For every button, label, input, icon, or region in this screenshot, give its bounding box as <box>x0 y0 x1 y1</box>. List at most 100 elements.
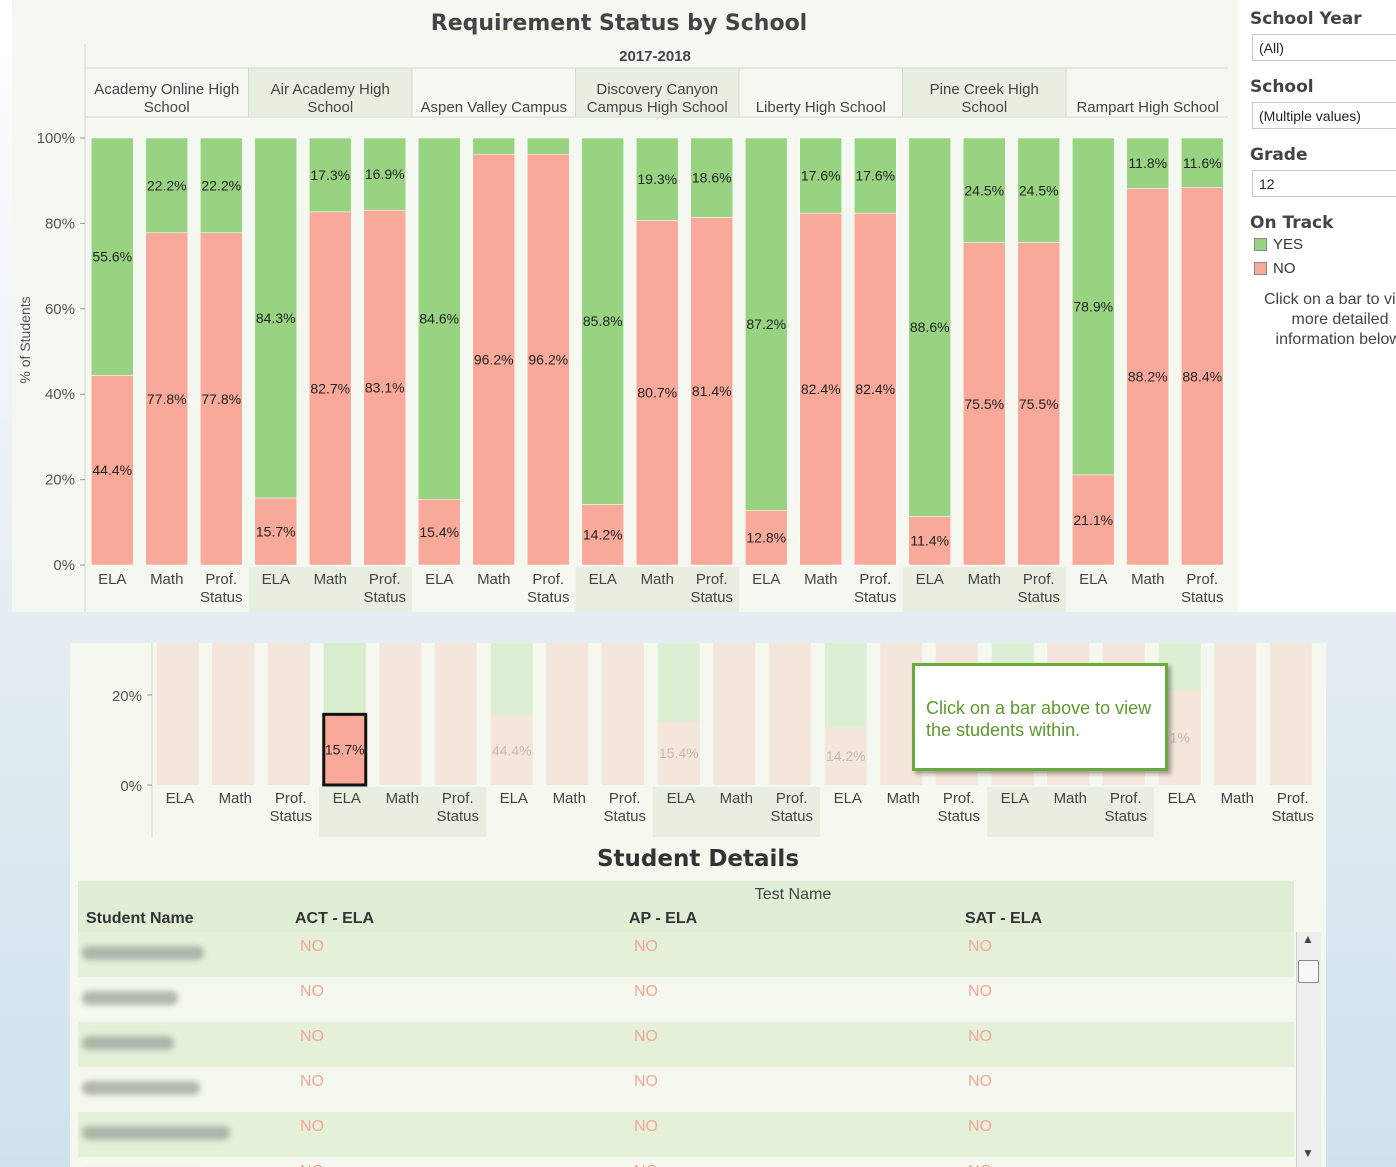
bar-no-segment[interactable] <box>379 643 422 785</box>
bar-yes-segment[interactable] <box>527 137 570 155</box>
x-category-label: Status <box>854 589 897 606</box>
x-category-label: Prof. <box>275 790 307 807</box>
x-category-label: Math <box>477 571 510 588</box>
school-name: Aspen Valley Campus <box>421 99 567 116</box>
y-tick-label: 20% <box>112 688 142 705</box>
col-sat-ela[interactable]: SAT - ELA <box>965 910 1042 928</box>
bar-no-segment[interactable] <box>1269 643 1312 785</box>
x-category-label: Math <box>150 571 183 588</box>
school-name: Rampart High School <box>1076 99 1219 116</box>
bar-no-segment[interactable] <box>1214 643 1257 785</box>
bar-yes-label: 22.2% <box>201 177 241 193</box>
col-student-name[interactable]: Student Name <box>86 910 194 928</box>
table-row[interactable]: NO NO NO <box>78 1157 1294 1167</box>
bar-yes-label: 84.6% <box>419 311 459 327</box>
scroll-up-arrow-icon[interactable]: ▲ <box>1302 932 1314 946</box>
x-category-label: Prof. <box>442 790 474 807</box>
school-name: School <box>307 99 353 116</box>
tooltip: Click on a bar above to view the student… <box>912 663 1168 771</box>
school-name: Pine Creek High <box>930 81 1039 98</box>
bar-yes-segment[interactable] <box>472 137 515 155</box>
bar-yes-label: 24.5% <box>964 182 1004 198</box>
bar-yes-segment[interactable] <box>490 643 533 716</box>
bar-no-label: 77.8% <box>201 391 241 407</box>
faded-bar-label: 15.4% <box>659 745 699 761</box>
table-row[interactable]: NO NO NO <box>78 1067 1294 1112</box>
x-category-label: Math <box>887 790 920 807</box>
selected-bar-label: 15.7% <box>325 742 365 758</box>
bar-no-segment[interactable] <box>768 643 811 785</box>
bar-yes-label: 22.2% <box>147 177 187 193</box>
legend-no-label: NO <box>1273 260 1296 277</box>
grade-select[interactable]: 12 ▼ <box>1252 170 1396 197</box>
school-name: Air Academy High <box>271 81 390 98</box>
bar-yes-label: 11.8% <box>1128 155 1167 171</box>
bar-yes-label: 84.3% <box>256 310 296 326</box>
x-category-label: Math <box>641 571 674 588</box>
y-tick-label: 40% <box>45 386 75 403</box>
scroll-down-arrow-icon[interactable]: ▼ <box>1302 1146 1314 1160</box>
bar-yes-label: 17.6% <box>801 168 841 184</box>
x-category-label: Prof. <box>1023 571 1055 588</box>
table-row[interactable]: NO NO NO <box>78 1112 1294 1157</box>
x-category-label: Status <box>1017 589 1060 606</box>
x-category-label: ELA <box>752 571 780 588</box>
x-category-label: Math <box>219 790 252 807</box>
col-act-ela[interactable]: ACT - ELA <box>295 910 374 928</box>
cell-sat-ela: NO <box>968 1073 992 1090</box>
x-category-label: Prof. <box>859 571 891 588</box>
x-category-label: Prof. <box>943 790 975 807</box>
x-category-label: Math <box>1221 790 1254 807</box>
cell-ap-ela: NO <box>634 1028 658 1045</box>
x-category-label: Prof. <box>609 790 641 807</box>
cell-act-ela: NO <box>300 938 324 955</box>
school-select[interactable]: (Multiple values) ▼ <box>1252 102 1396 129</box>
table-row[interactable]: NO NO NO <box>78 932 1294 977</box>
bar-no-label: 82.4% <box>855 381 895 397</box>
bar-no-segment[interactable] <box>434 643 477 785</box>
x-category-label: ELA <box>834 790 862 807</box>
x-category-label: ELA <box>1168 790 1196 807</box>
col-ap-ela[interactable]: AP - ELA <box>629 910 697 928</box>
legend-item-no[interactable]: NO <box>1254 260 1296 277</box>
bar-yes-segment[interactable] <box>323 643 366 715</box>
table-header: Test Name Student Name ACT - ELA AP - EL… <box>78 881 1294 933</box>
student-name-redacted <box>82 1036 174 1050</box>
bar-no-segment[interactable] <box>267 643 310 785</box>
student-name-redacted <box>82 991 178 1005</box>
bar-no-segment[interactable] <box>713 643 756 785</box>
bar-no-segment[interactable] <box>601 643 644 785</box>
bar-yes-segment[interactable] <box>824 643 867 728</box>
bar-yes-label: 85.8% <box>583 313 623 329</box>
cell-ap-ela: NO <box>634 938 658 955</box>
bar-no-label: 88.2% <box>1128 369 1168 385</box>
student-name-redacted <box>82 1126 230 1140</box>
school-year-select[interactable]: (All) ▼ <box>1252 34 1396 61</box>
bar-no-segment[interactable] <box>546 643 589 785</box>
bar-yes-segment[interactable] <box>657 643 700 722</box>
grade-value: 12 <box>1259 176 1275 192</box>
bar-no-segment[interactable] <box>156 643 199 785</box>
legend-item-yes[interactable]: YES <box>1254 236 1303 253</box>
bar-yes-label: 87.2% <box>746 316 786 332</box>
bar-yes-label: 88.6% <box>910 319 950 335</box>
school-label: School <box>1250 77 1314 97</box>
scroll-thumb[interactable] <box>1298 960 1319 983</box>
table-scrollbar[interactable]: ▲ ▼ <box>1296 932 1321 1167</box>
student-details-title: Student Details <box>596 846 800 872</box>
grade-label: Grade <box>1250 145 1308 165</box>
table-row[interactable]: NO NO NO <box>78 1022 1294 1067</box>
x-category-label: Prof. <box>205 571 237 588</box>
school-name: School <box>144 99 190 116</box>
x-category-label: Status <box>200 589 243 606</box>
school-value: (Multiple values) <box>1259 108 1361 124</box>
bar-yes-label: 18.6% <box>692 170 732 186</box>
cell-act-ela: NO <box>300 1163 324 1167</box>
yes-swatch <box>1254 238 1267 251</box>
bar-yes-label: 16.9% <box>365 166 405 182</box>
bar-no-segment[interactable] <box>212 643 255 785</box>
table-row[interactable]: NO NO NO <box>78 977 1294 1022</box>
bar-no-label: 14.2% <box>583 527 623 543</box>
cell-act-ela: NO <box>300 1118 324 1135</box>
x-category-label: ELA <box>589 571 617 588</box>
